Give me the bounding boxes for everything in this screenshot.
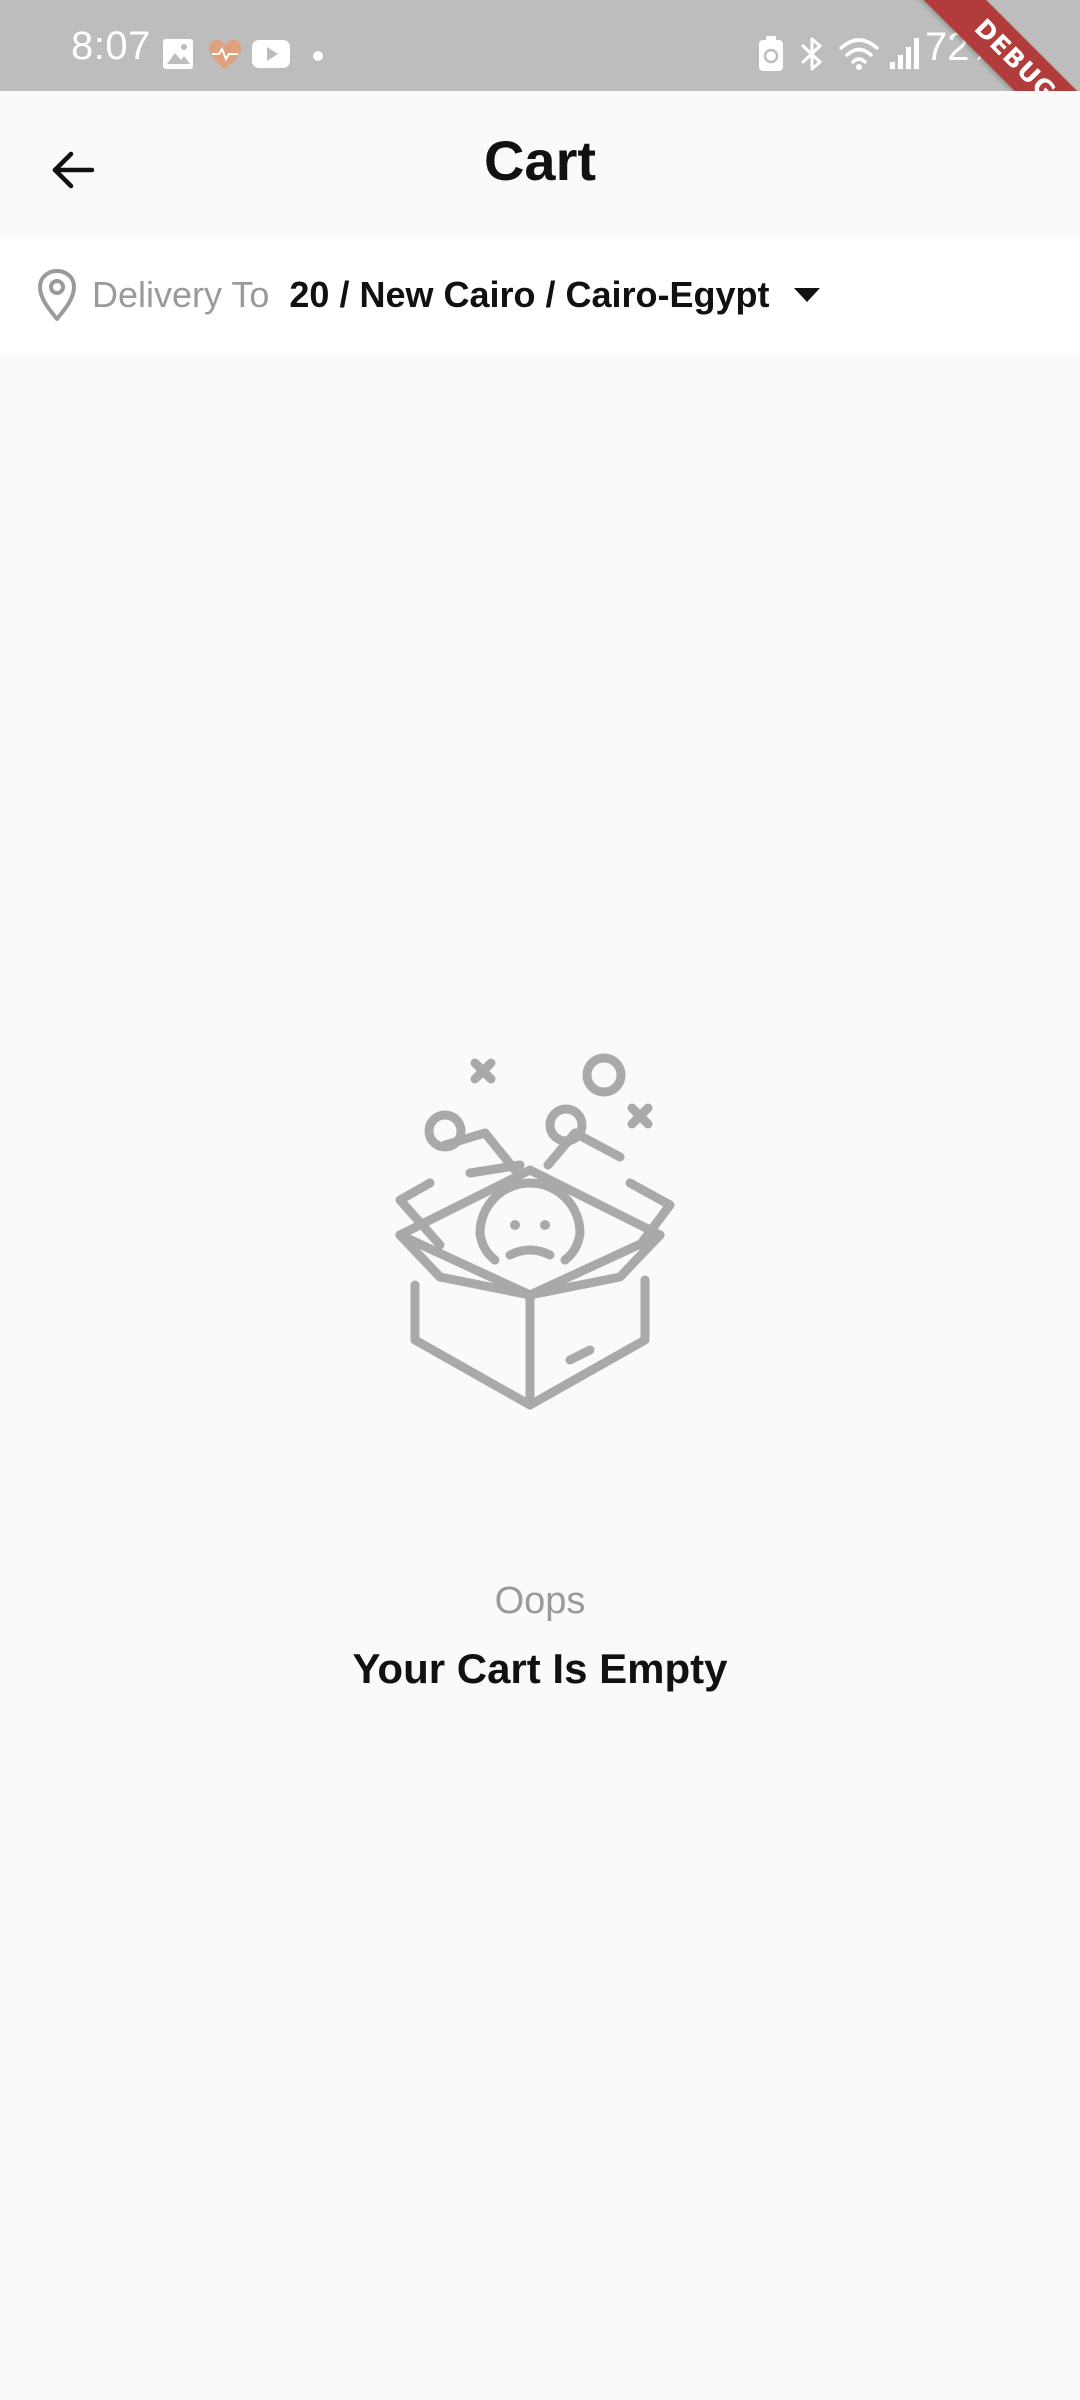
app-bar: Cart: [0, 91, 1080, 237]
delivery-label: Delivery To: [92, 274, 270, 315]
signal-icon: [888, 36, 922, 75]
status-bar: 8:07 72% DEBUG: [0, 0, 1080, 161]
status-time: 8:07: [71, 24, 151, 68]
bluetooth-icon: [796, 36, 828, 77]
youtube-icon: [252, 40, 290, 73]
empty-state-title: Your Cart Is Empty: [352, 1645, 728, 1692]
wifi-icon: [838, 36, 880, 75]
empty-state-subtitle: Oops: [494, 1580, 586, 1622]
dot-icon: [312, 49, 324, 67]
heart-app-icon: [208, 40, 242, 75]
location-pin-icon: [36, 268, 78, 322]
battery-saver-icon: [758, 36, 784, 77]
delivery-address-selector[interactable]: Delivery To 20 / New Cairo / Cairo-Egypt: [0, 237, 1080, 353]
empty-box-icon: [370, 1045, 710, 1425]
gallery-icon: [162, 38, 194, 75]
delivery-address: 20 / New Cairo / Cairo-Egypt: [289, 274, 770, 315]
page-title: Cart: [483, 129, 597, 192]
caret-down-icon: [792, 286, 822, 304]
